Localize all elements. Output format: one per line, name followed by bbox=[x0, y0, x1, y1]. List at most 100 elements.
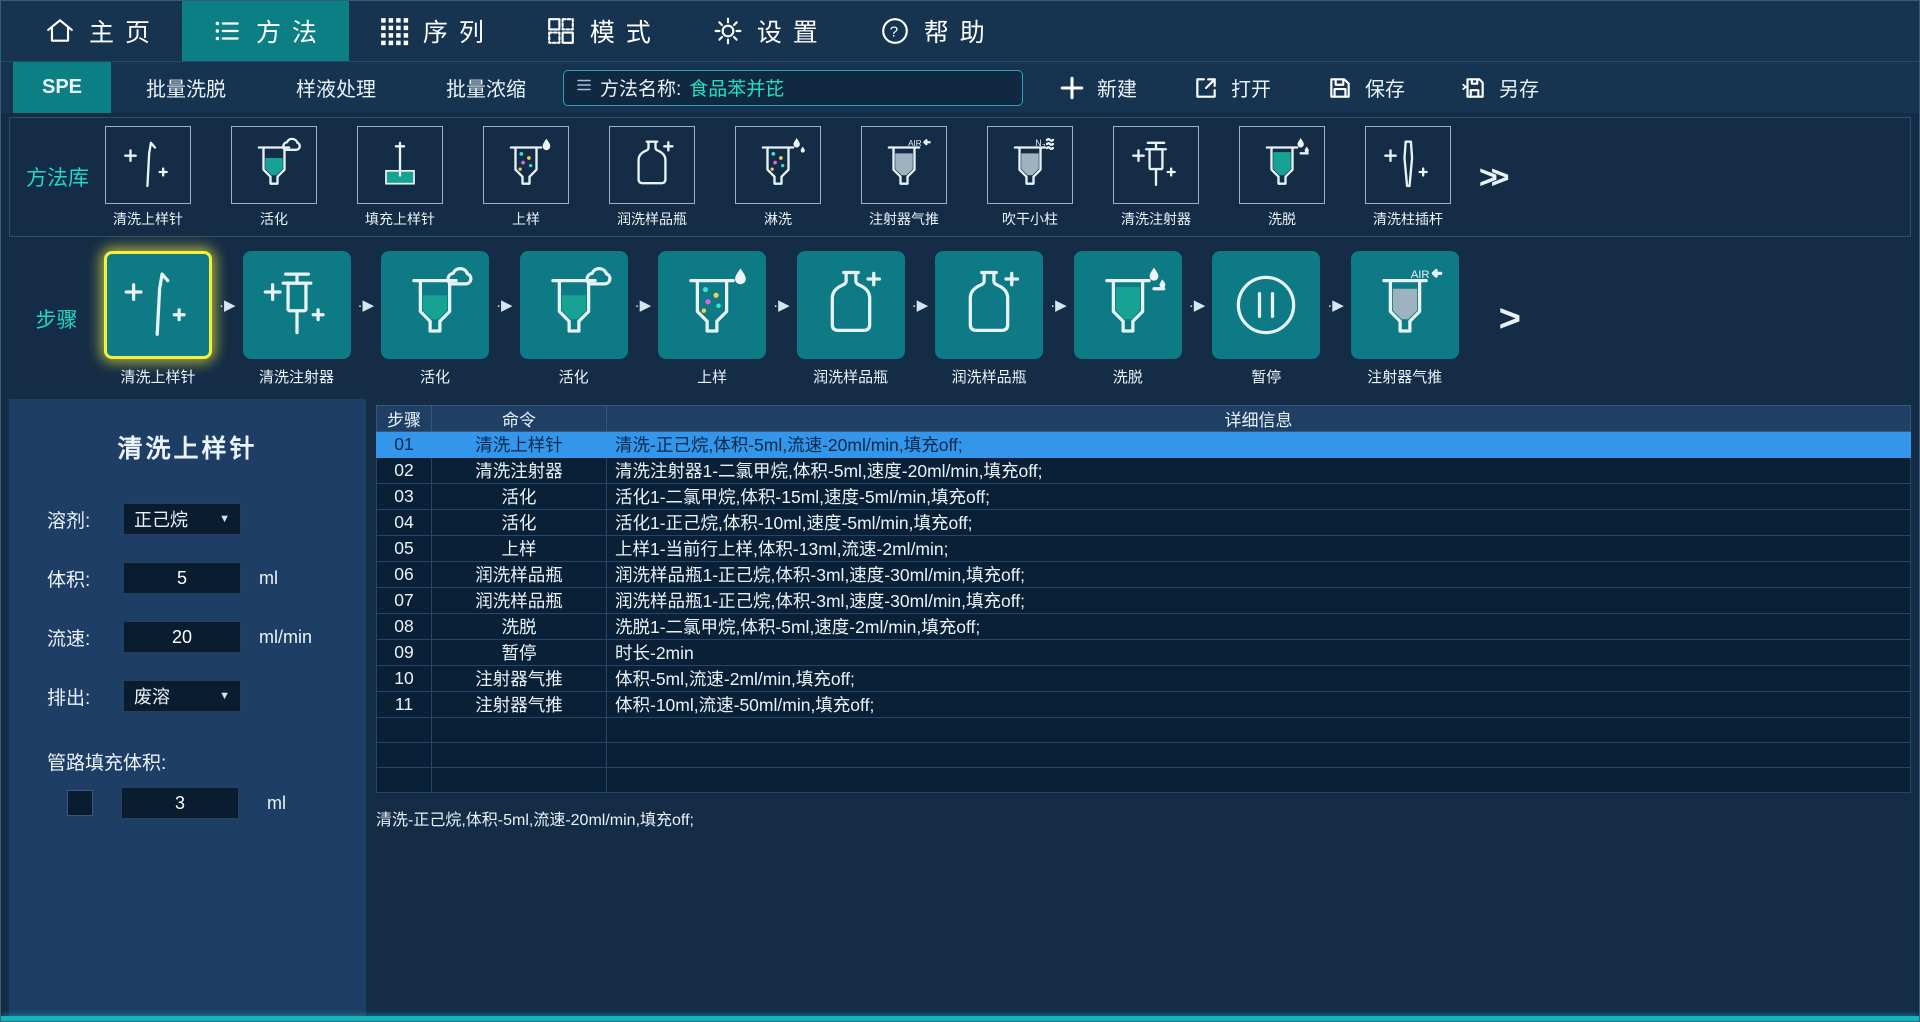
field-label: 体积: bbox=[47, 565, 105, 592]
tab-0[interactable]: SPE bbox=[13, 62, 111, 113]
field-input[interactable] bbox=[123, 562, 241, 594]
method-library-section: 方法库 清洗上样针 活化 填充上样针 上样 润洗样品瓶 淋洗 AIR 注射器气推… bbox=[9, 117, 1911, 237]
detail-cell: 上样1-当前行上样,体积-13ml,流速-2ml/min; bbox=[607, 536, 1911, 562]
step-item[interactable]: 清洗上样针 bbox=[104, 251, 212, 387]
field-select[interactable]: 废溶 ▼ bbox=[123, 680, 241, 712]
step-item[interactable]: AIR 注射器气推 bbox=[1351, 251, 1459, 387]
detail-cell: 润洗样品瓶1-正己烷,体积-3ml,速度-30ml/min,填充off; bbox=[607, 588, 1911, 614]
field-label: 溶剂: bbox=[47, 506, 105, 533]
field-unit: ml bbox=[267, 793, 286, 814]
step-item[interactable]: 洗脱 bbox=[1074, 251, 1182, 387]
button-label: 新建 bbox=[1097, 73, 1137, 102]
step-item[interactable]: 暂停 bbox=[1212, 251, 1320, 387]
library-item[interactable]: 润洗样品瓶 bbox=[609, 126, 695, 229]
saveas-button[interactable]: 另存 bbox=[1461, 73, 1539, 102]
field-select[interactable]: 正己烷 ▼ bbox=[123, 503, 241, 535]
table-row[interactable]: 06 润洗样品瓶 润洗样品瓶1-正己烷,体积-3ml,速度-30ml/min,填… bbox=[377, 562, 1911, 588]
table-row[interactable]: 01 清洗上样针 清洗-正己烷,体积-5ml,流速-20ml/min,填充off… bbox=[377, 432, 1911, 458]
nav-item-help[interactable]: ? 帮 助 bbox=[850, 1, 1017, 61]
field-input[interactable] bbox=[121, 787, 239, 819]
table-row[interactable]: 03 活化 活化1-二氯甲烷,体积-15ml,速度-5ml/min,填充off; bbox=[377, 484, 1911, 510]
command-cell: 清洗注射器 bbox=[432, 458, 607, 484]
tab-3[interactable]: 批量浓缩 bbox=[411, 73, 561, 102]
detail-cell: 润洗样品瓶1-正己烷,体积-3ml,速度-30ml/min,填充off; bbox=[607, 562, 1911, 588]
table-header-cell: 步骤 bbox=[377, 406, 432, 432]
library-item-label: 活化 bbox=[260, 209, 288, 229]
step-item[interactable]: 上样 bbox=[658, 251, 766, 387]
table-header-cell: 命令 bbox=[432, 406, 607, 432]
table-row[interactable]: 02 清洗注射器 清洗注射器1-二氯甲烷,体积-5ml,速度-20ml/min,… bbox=[377, 458, 1911, 484]
nav-item-home[interactable]: 主 页 bbox=[15, 1, 182, 61]
svg-text:AIR: AIR bbox=[1410, 269, 1429, 281]
table-area: 步骤命令详细信息 01 清洗上样针 清洗-正己烷,体积-5ml,流速-20ml/… bbox=[376, 399, 1911, 1016]
step-item[interactable]: 清洗注射器 bbox=[243, 251, 351, 387]
save-button[interactable]: 保存 bbox=[1327, 73, 1405, 102]
library-item-label: 淋洗 bbox=[764, 209, 792, 229]
table-row[interactable]: 11 注射器气推 体积-10ml,流速-50ml/min,填充off; bbox=[377, 692, 1911, 718]
step-item[interactable]: 活化 bbox=[520, 251, 628, 387]
step-item[interactable]: 润洗样品瓶 bbox=[797, 251, 905, 387]
steps-label: 步骤 bbox=[9, 304, 104, 334]
library-item[interactable]: N2 吹干小柱 bbox=[987, 126, 1073, 229]
nav-item-settings[interactable]: 设 置 bbox=[683, 1, 850, 61]
library-more-chevron[interactable]: >> bbox=[1479, 159, 1502, 196]
table-row[interactable]: 10 注射器气推 体积-5ml,流速-2ml/min,填充off; bbox=[377, 666, 1911, 692]
rod-clean-icon bbox=[1365, 126, 1451, 204]
library-item[interactable]: 清洗柱插杆 bbox=[1365, 126, 1451, 229]
detail-cell: 洗脱1-二氯甲烷,体积-5ml,速度-2ml/min,填充off; bbox=[607, 614, 1911, 640]
command-table: 步骤命令详细信息 01 清洗上样针 清洗-正己烷,体积-5ml,流速-20ml/… bbox=[376, 405, 1911, 793]
step-no-cell: 07 bbox=[377, 588, 432, 614]
field-row: 溶剂: 正己烷 ▼ bbox=[47, 503, 366, 535]
table-row[interactable]: 08 洗脱 洗脱1-二氯甲烷,体积-5ml,速度-2ml/min,填充off; bbox=[377, 614, 1911, 640]
step-no-cell: 08 bbox=[377, 614, 432, 640]
library-item[interactable]: 洗脱 bbox=[1239, 126, 1325, 229]
steps-more-chevron[interactable]: > bbox=[1499, 298, 1521, 341]
library-item[interactable]: 填充上样针 bbox=[357, 126, 443, 229]
step-item[interactable]: 活化 bbox=[381, 251, 489, 387]
method-name-label: 方法名称: bbox=[600, 74, 681, 101]
field-label: 排出: bbox=[47, 683, 105, 710]
step-arrow-icon: ·▶ bbox=[489, 251, 520, 359]
library-item[interactable]: 上样 bbox=[483, 126, 569, 229]
new-icon bbox=[1059, 75, 1085, 101]
table-row[interactable]: 04 活化 活化1-正己烷,体积-10ml,速度-5ml/min,填充off; bbox=[377, 510, 1911, 536]
library-item[interactable]: 活化 bbox=[231, 126, 317, 229]
steps-tiles: 清洗上样针 ·▶ 清洗注射器 ·▶ 活化 ·▶ 活化 ·▶ 上样 ·▶ 润洗样品… bbox=[104, 251, 1459, 387]
step-item-label: 暂停 bbox=[1251, 366, 1281, 387]
help-icon: ? bbox=[880, 16, 910, 46]
field-input[interactable] bbox=[123, 621, 241, 653]
table-row[interactable]: 07 润洗样品瓶 润洗样品瓶1-正己烷,体积-3ml,速度-30ml/min,填… bbox=[377, 588, 1911, 614]
method-name-field[interactable]: 方法名称: bbox=[563, 70, 1023, 106]
saveas-icon bbox=[1461, 75, 1487, 101]
library-item-label: 吹干小柱 bbox=[1002, 209, 1058, 229]
detail-cell: 活化1-二氯甲烷,体积-15ml,速度-5ml/min,填充off; bbox=[607, 484, 1911, 510]
library-item[interactable]: 淋洗 bbox=[735, 126, 821, 229]
step-arrow-icon: ·▶ bbox=[1320, 251, 1351, 359]
command-cell: 活化 bbox=[432, 484, 607, 510]
fill-checkbox[interactable] bbox=[67, 790, 93, 816]
open-button[interactable]: 打开 bbox=[1193, 73, 1271, 102]
pause-icon bbox=[1212, 251, 1320, 359]
library-label: 方法库 bbox=[10, 162, 105, 192]
library-item[interactable]: 清洗注射器 bbox=[1113, 126, 1199, 229]
method-name-input[interactable] bbox=[689, 77, 1010, 99]
step-item-label: 活化 bbox=[420, 366, 450, 387]
step-item[interactable]: 润洗样品瓶 bbox=[935, 251, 1043, 387]
steps-section: 步骤 清洗上样针 ·▶ 清洗注射器 ·▶ 活化 ·▶ 活化 ·▶ 上样 ·▶ 润… bbox=[9, 241, 1911, 397]
nav-item-sequence[interactable]: 序 列 bbox=[349, 1, 516, 61]
button-label: 保存 bbox=[1365, 73, 1405, 102]
step-item-label: 上样 bbox=[697, 366, 727, 387]
bottle-icon bbox=[797, 251, 905, 359]
select-value: 正己烷 bbox=[134, 506, 188, 532]
nav-item-method[interactable]: 方 法 bbox=[182, 1, 349, 61]
table-row[interactable]: 09 暂停 时长-2min bbox=[377, 640, 1911, 666]
tab-2[interactable]: 样液处理 bbox=[261, 73, 411, 102]
library-item[interactable]: AIR 注射器气推 bbox=[861, 126, 947, 229]
nav-item-mode[interactable]: 模 式 bbox=[516, 1, 683, 61]
tube-air-icon: AIR bbox=[1351, 251, 1459, 359]
new-button[interactable]: 新建 bbox=[1059, 73, 1137, 102]
table-row[interactable]: 05 上样 上样1-当前行上样,体积-13ml,流速-2ml/min; bbox=[377, 536, 1911, 562]
step-no-cell: 10 bbox=[377, 666, 432, 692]
tab-1[interactable]: 批量洗脱 bbox=[111, 73, 261, 102]
library-item[interactable]: 清洗上样针 bbox=[105, 126, 191, 229]
